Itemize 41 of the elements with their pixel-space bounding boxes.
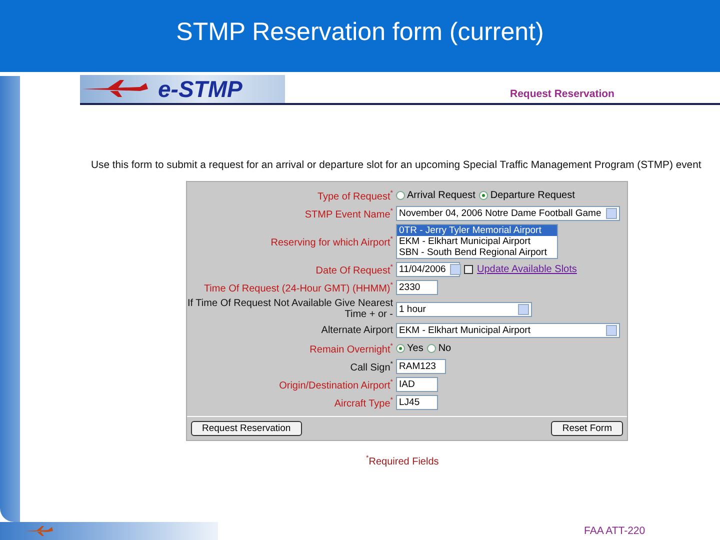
radio-button[interactable] (427, 344, 436, 353)
logo-text: e-STMP (158, 76, 242, 102)
radio-option[interactable]: Yes (396, 343, 424, 354)
field-label: Origin/Destination Airport$^{*}$ (278, 378, 393, 392)
listbox-option[interactable]: SBN - South Bend Regional Airport (397, 247, 557, 258)
calendar-icon[interactable] (464, 265, 473, 274)
input-field[interactable]: RAM123 (396, 359, 446, 374)
dropdown-field[interactable]: 11/04/2006 (396, 262, 460, 277)
listbox-option[interactable]: EKM - Elkhart Municipal Airport (397, 236, 557, 247)
radio-option[interactable]: Departure Request (479, 190, 575, 201)
listbox-option[interactable]: 0TR - Jerry Tyler Memorial Airport (397, 225, 557, 236)
radio-button[interactable] (396, 344, 405, 353)
slide-title: STMP Reservation form (current) (176, 18, 544, 46)
radio-button[interactable] (479, 191, 488, 200)
field-label: If Time Of Request Not Available Give Nearest Time + or - (187, 298, 393, 320)
listbox-field[interactable]: 0TR - Jerry Tyler Memorial Airport EKM - Elkhart Municipal Airport SBN - South Bend Regional Airport (396, 224, 558, 259)
dropdown-field[interactable]: 1 hour (396, 302, 532, 316)
input-field[interactable]: IAD (396, 377, 438, 392)
field-label: Alternate Airport (320, 325, 393, 336)
reset-button[interactable]: Reset Form (551, 421, 623, 436)
radio-option[interactable]: No (427, 343, 452, 354)
field-label: STMP Event Name$^{*}$ (304, 207, 393, 221)
intro-text: Use this form to submit a request for an arrival or departure slot for an upcoming Special Traffic Management Program (STMP) event (91, 160, 702, 171)
radio-button[interactable] (396, 191, 405, 200)
update-slots-link[interactable]: Update Available Slots (477, 264, 577, 275)
input-field[interactable]: 2330 (396, 280, 438, 295)
input-field[interactable]: LJ45 (396, 395, 438, 410)
submit-button[interactable]: Request Reservation (191, 421, 302, 436)
field-label: Date Of Request$^{*}$ (314, 263, 393, 277)
field-label: Type of Request$^{*}$ (316, 189, 393, 203)
field-label: Remain Overnight$^{*}$ (308, 342, 393, 356)
required-note: $^{*}$Required Fields (366, 455, 440, 468)
page-heading: Request Reservation (510, 88, 614, 100)
footer-text: FAA ATT-220 (584, 525, 646, 537)
field-label: Reserving for which Airport$^{*}$ (270, 235, 393, 249)
dropdown-field[interactable]: November 04, 2006 Notre Dame Football Game (396, 206, 620, 221)
dropdown-field[interactable]: EKM - Elkhart Municipal Airport (396, 323, 620, 338)
field-label: Time Of Request (24-Hour GMT) (HHMM)$^{*}$ (202, 281, 393, 295)
radio-option[interactable]: Arrival Request (396, 190, 476, 201)
field-label: Call Sign$^{*}$ (349, 360, 393, 374)
field-label: Aircraft Type$^{*}$ (333, 396, 393, 410)
